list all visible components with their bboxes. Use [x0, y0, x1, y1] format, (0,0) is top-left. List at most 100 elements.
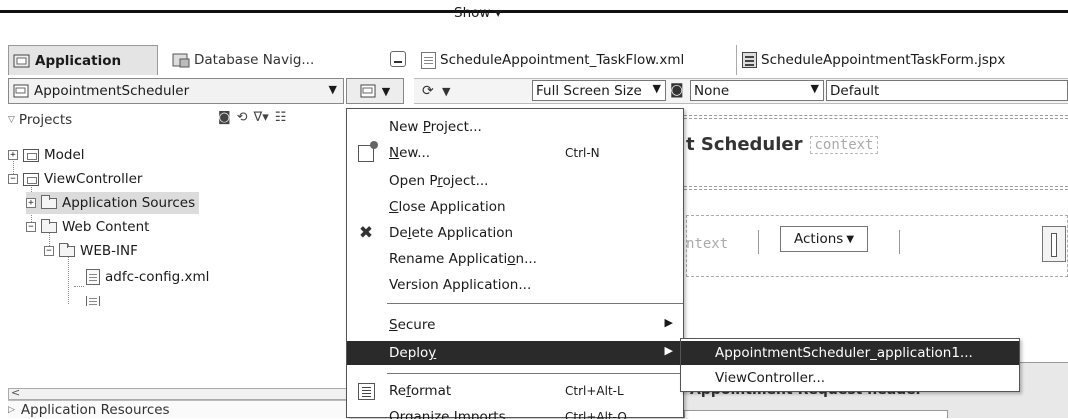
collapse-icon[interactable]: − — [44, 246, 54, 256]
actions-menu-button[interactable]: Actions ▼ — [780, 226, 868, 252]
separator — [758, 230, 759, 254]
project-icon — [23, 172, 39, 186]
tree-node-partial[interactable] — [86, 296, 100, 306]
collapse-triangle-icon: ▽ — [8, 115, 15, 125]
project-tree: + Model − ViewController + Application S… — [8, 138, 364, 388]
menu-item-new-project[interactable]: New Project... — [347, 115, 683, 139]
chevron-down-icon[interactable]: ▼ — [442, 85, 450, 98]
design-ruler — [684, 115, 1068, 119]
menu-item-label: Open Project... — [389, 173, 489, 189]
menu-item-new[interactable]: New... Ctrl-N — [347, 140, 683, 165]
application-context-menu: New Project... New... Ctrl-N Open Projec… — [346, 108, 684, 419]
tab-database-navigator[interactable]: Database Navig... — [168, 45, 314, 75]
tree-node-model[interactable]: + Model — [8, 144, 85, 166]
projects-header[interactable]: ▽ Projects — [8, 108, 368, 132]
horizontal-scrollbar[interactable]: < — [8, 386, 348, 400]
page-title: t Scheduler context — [686, 134, 878, 155]
folder-icon — [41, 194, 57, 209]
menu-item-label: Reformat — [389, 383, 452, 399]
screen-size-select[interactable]: Full Screen Size ▼ — [532, 80, 666, 101]
menu-item-label: Rename Application... — [389, 251, 537, 267]
tree-node-label: Model — [44, 147, 85, 163]
tree-node-web-inf[interactable]: − WEB-INF — [44, 240, 138, 262]
actions-label: Actions — [793, 231, 844, 247]
tree-node-web-content[interactable]: − Web Content — [26, 216, 149, 238]
projects-toolbar: ◙ ⟲ ∇▾ ☷ — [218, 110, 286, 125]
submenu-item-application-profile[interactable]: AppointmentScheduler_application1... — [681, 341, 1019, 365]
application-selector-value: AppointmentScheduler — [34, 83, 190, 99]
refresh-page-icon[interactable]: ⟳ — [422, 83, 434, 99]
menu-item-label: Secure — [389, 317, 436, 333]
minimize-icon[interactable] — [390, 51, 406, 67]
design-ruler — [684, 186, 1068, 190]
application-resources-header[interactable]: ▷ Application Resources — [8, 400, 348, 418]
chevron-down-icon: ▼ — [652, 82, 661, 95]
search-icon[interactable]: ◙ — [218, 110, 231, 125]
tab-application-label: Application — [35, 52, 122, 69]
tab-application[interactable]: Application — [8, 45, 158, 75]
menu-item-rename-application[interactable]: Rename Application... — [347, 247, 683, 271]
page-title-text: t Scheduler — [686, 134, 803, 155]
menu-item-close-application[interactable]: Close Application — [347, 195, 683, 219]
tab-database-label: Database Navig... — [194, 52, 315, 68]
menu-item-label: Close Application — [389, 199, 506, 215]
submenu-item-viewcontroller[interactable]: ViewController... — [681, 366, 1019, 390]
refresh-icon[interactable]: ⟲ — [237, 110, 248, 125]
menu-item-label: New... — [389, 145, 431, 161]
menu-item-open-project[interactable]: Open Project... — [347, 169, 683, 193]
context-tag-2: ntext — [686, 236, 729, 252]
chevron-down-icon: ▼ — [810, 82, 819, 95]
file-icon — [86, 296, 100, 306]
menu-item-delete-application[interactable]: ✖ Delete Application — [347, 221, 683, 245]
menu-item-label: New Project... — [389, 119, 482, 135]
tree-node-viewcontroller[interactable]: − ViewController — [8, 168, 142, 190]
menu-item-organize-imports[interactable]: Organize Imports Ctrl+Alt-O — [347, 405, 683, 419]
editor-tab-label: ScheduleAppointmentTaskForm.jspx — [761, 52, 1006, 68]
submenu-arrow-icon: ▶ — [664, 344, 673, 357]
xml-file-icon — [86, 269, 100, 285]
context-tag: context — [810, 135, 878, 154]
application-menu-button[interactable]: ▼ — [346, 78, 404, 104]
skin-value: None — [694, 82, 730, 99]
show-menu[interactable]: Show ▾ — [454, 5, 502, 21]
expand-icon[interactable]: + — [8, 150, 18, 160]
menu-item-secure[interactable]: Secure ▶ — [347, 313, 683, 337]
expand-icon[interactable]: + — [26, 198, 36, 208]
folder-icon — [41, 218, 57, 233]
panel-splitter-handle[interactable] — [1042, 226, 1066, 262]
application-selector[interactable]: AppointmentScheduler ▼ — [8, 78, 344, 104]
collapse-icon[interactable]: − — [8, 174, 18, 184]
chevron-down-icon: ▼ — [846, 233, 855, 245]
menu-item-label: Version Application... — [389, 277, 532, 293]
tree-node-application-sources[interactable]: + Application Sources — [26, 192, 200, 214]
editor-tab-label: ScheduleAppointment_TaskFlow.xml — [440, 52, 685, 68]
input-box[interactable] — [684, 410, 948, 418]
style-select[interactable]: Default — [826, 80, 1068, 101]
scroll-left-icon[interactable]: < — [11, 386, 20, 399]
menu-item-version-application[interactable]: Version Application... — [347, 273, 683, 297]
editor-tab-taskflow[interactable]: ScheduleAppointment_TaskFlow.xml — [416, 45, 726, 75]
collapse-icon[interactable]: − — [26, 222, 36, 232]
menu-item-deploy[interactable]: Deploy ▶ — [347, 341, 683, 365]
tree-node-adfc-config[interactable]: adfc-config.xml — [86, 266, 209, 288]
editor-tab-taskform[interactable]: ScheduleAppointmentTaskForm.jspx — [736, 45, 1056, 75]
style-value: Default — [830, 82, 880, 99]
layout-icon[interactable]: ☷ — [275, 110, 287, 125]
folder-icon — [59, 242, 75, 257]
skin-select[interactable]: None ▼ — [690, 80, 824, 101]
separator — [899, 230, 900, 254]
application-icon — [13, 54, 30, 67]
tree-node-label: adfc-config.xml — [105, 269, 210, 285]
tree-guide — [74, 286, 84, 287]
show-label: Show — [454, 5, 491, 21]
menu-item-reformat[interactable]: Reformat Ctrl+Alt-L — [347, 379, 683, 403]
submenu-item-label: ViewController... — [715, 370, 826, 386]
reformat-icon — [355, 381, 377, 401]
tree-node-label: WEB-INF — [80, 243, 138, 259]
filter-icon[interactable]: ∇▾ — [254, 110, 269, 125]
deploy-submenu: AppointmentScheduler_application1... Vie… — [680, 338, 1020, 392]
menu-shortcut: Ctrl+Alt-L — [565, 384, 624, 398]
application-menu-icon — [360, 84, 376, 98]
expand-triangle-icon: ▷ — [8, 404, 15, 415]
application-resources-label: Application Resources — [20, 401, 170, 418]
